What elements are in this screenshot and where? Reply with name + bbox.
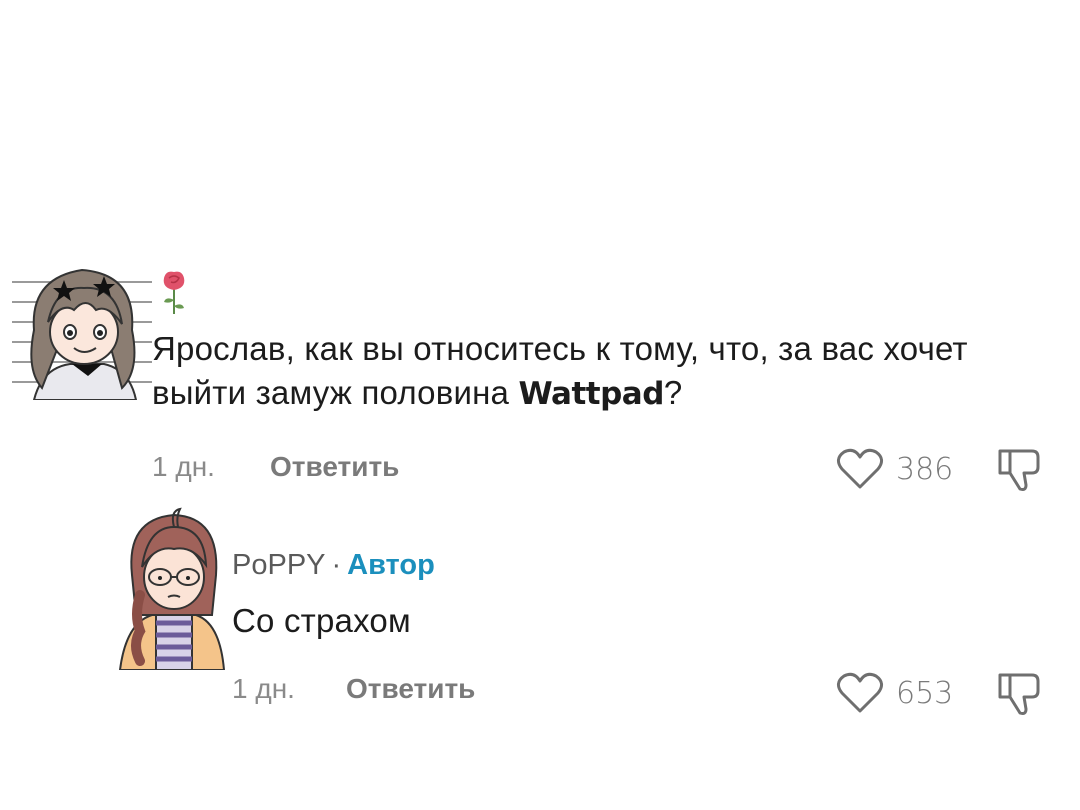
like-count: 386 (896, 451, 954, 487)
comment-meta: 1 дн. Ответить (152, 449, 399, 485)
rose-icon (163, 271, 185, 314)
comment-text-end: ? (663, 374, 683, 411)
thumbs-down-icon[interactable] (996, 445, 1042, 493)
author-row: PoPPY · Автор (232, 547, 435, 583)
comment-text: Со страхом (232, 602, 411, 639)
wattpad-logo-text: Wattpad (518, 376, 664, 412)
avatar[interactable] (112, 505, 230, 670)
like-group: 386 (836, 447, 953, 491)
author-name[interactable]: PoPPY (232, 549, 326, 581)
like-group: 653 (836, 671, 953, 715)
reply-button[interactable]: Ответить (270, 451, 399, 482)
avatar[interactable] (12, 260, 152, 400)
heart-icon[interactable] (836, 447, 884, 491)
avatar-girl-glasses-braid-icon (118, 507, 226, 670)
like-count: 653 (896, 675, 954, 711)
thumbs-down-icon[interactable] (996, 669, 1042, 717)
reply-button[interactable]: Ответить (346, 673, 475, 704)
heart-icon[interactable] (836, 671, 884, 715)
timestamp: 1 дн. (232, 673, 295, 704)
timestamp: 1 дн. (152, 451, 215, 482)
comment-meta: 1 дн. Ответить (232, 671, 475, 707)
reply-comment: PoPPY · Автор Со страхом 1 дн. Ответить 653 (0, 505, 1080, 735)
avatar-girl-brown-hair-icon (12, 268, 152, 400)
author-badge: Автор (347, 549, 435, 581)
comment: Ярослав, как вы относитесь к тому, что, … (0, 255, 1080, 495)
comment-text: Ярослав, как вы относитесь к тому, что, … (152, 327, 1032, 416)
separator: · (331, 549, 342, 581)
